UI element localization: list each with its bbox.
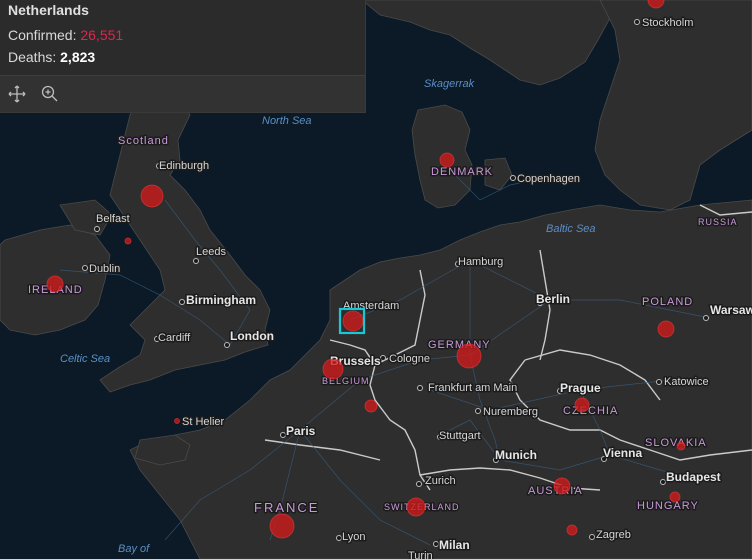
city-dot: [82, 265, 88, 271]
city-label: Warsaw: [710, 303, 752, 317]
country-label: CZECHIA: [563, 405, 618, 417]
city-label: Amsterdam: [343, 300, 399, 312]
popup-title: Netherlands: [8, 2, 89, 18]
city-dot: [380, 355, 386, 361]
city-label: Munich: [495, 448, 537, 462]
confirmed-value: 26,551: [80, 27, 124, 43]
city-label: Cardiff: [158, 332, 191, 344]
case-marker[interactable]: [342, 310, 364, 332]
city-dot: [94, 226, 100, 232]
city-label: Stuttgart: [439, 430, 481, 442]
city-dot: [475, 408, 481, 414]
city-label: Lyon: [342, 531, 365, 543]
city-dot: [417, 385, 423, 391]
case-marker[interactable]: [439, 152, 455, 168]
city-dot: [224, 342, 230, 348]
city-dot: [179, 299, 185, 305]
info-popup: Netherlands Confirmed: 26,551 Deaths: 2,…: [0, 0, 366, 113]
water-label: Baltic Sea: [546, 223, 596, 235]
city-dot: [433, 541, 439, 547]
city-label: Zagreb: [596, 529, 631, 541]
case-marker[interactable]: [174, 418, 180, 424]
city-label: London: [230, 329, 274, 343]
city-dot: [510, 175, 516, 181]
country-label: FRANCE: [254, 500, 319, 515]
case-marker[interactable]: [124, 237, 132, 245]
country-label: SLOVAKIA: [645, 437, 707, 449]
water-label: Bay of: [118, 543, 150, 555]
city-dot: [193, 258, 199, 264]
city-label: Stockholm: [642, 17, 693, 29]
case-marker[interactable]: [669, 491, 681, 503]
water-label: North Sea: [262, 115, 312, 127]
case-marker[interactable]: [676, 441, 686, 451]
case-marker[interactable]: [456, 343, 482, 369]
case-marker[interactable]: [322, 358, 344, 380]
country-label: RUSSIA: [698, 217, 738, 227]
city-label: Vienna: [603, 446, 642, 460]
city-label: Birmingham: [186, 293, 256, 307]
case-marker[interactable]: [406, 497, 426, 517]
city-label: Cologne: [389, 353, 430, 365]
city-label: Hamburg: [458, 256, 503, 268]
case-marker[interactable]: [269, 513, 295, 539]
confirmed-row: Confirmed: 26,551: [8, 27, 123, 43]
city-label: Edinburgh: [159, 160, 209, 172]
city-label: Belfast: [96, 213, 130, 225]
city-label: Prague: [560, 381, 601, 395]
city-dot: [589, 534, 595, 540]
city-dot: [634, 19, 640, 25]
deaths-value: 2,823: [60, 49, 96, 65]
city-label: Katowice: [664, 376, 709, 388]
water-label: Skagerrak: [424, 78, 475, 90]
city-label: Turin: [408, 550, 433, 559]
city-dot: [660, 479, 666, 485]
case-marker[interactable]: [140, 184, 164, 208]
country-label: Scotland: [118, 135, 169, 147]
case-marker[interactable]: [364, 399, 378, 413]
city-label: Nuremberg: [483, 406, 538, 418]
country-label: HUNGARY: [637, 500, 699, 512]
city-label: Dublin: [89, 263, 120, 275]
city-label: Leeds: [196, 246, 226, 258]
city-dot: [656, 379, 662, 385]
country-label: POLAND: [642, 296, 693, 308]
deaths-label: Deaths:: [8, 49, 57, 65]
city-dot: [280, 432, 286, 438]
city-dot: [703, 315, 709, 321]
city-dot: [336, 535, 342, 541]
city-label: Copenhagen: [517, 173, 580, 185]
pan-icon[interactable]: [7, 84, 27, 104]
zoom-to-icon[interactable]: [40, 84, 60, 104]
deaths-row: Deaths: 2,823: [8, 49, 95, 65]
case-marker[interactable]: [657, 320, 675, 338]
city-label: Zurich: [425, 475, 456, 487]
case-marker[interactable]: [574, 397, 590, 413]
case-marker[interactable]: [553, 477, 571, 495]
city-dot: [416, 481, 422, 487]
case-marker[interactable]: [46, 275, 64, 293]
water-label: Celtic Sea: [60, 353, 110, 365]
city-label: St Helier: [182, 416, 225, 428]
city-label: Berlin: [536, 292, 570, 306]
city-label: Frankfurt am Main: [428, 382, 517, 394]
popup-toolbar: [0, 76, 365, 112]
city-label: Paris: [286, 424, 316, 438]
confirmed-label: Confirmed:: [8, 27, 77, 43]
case-marker[interactable]: [566, 524, 578, 536]
country-label: DENMARK: [431, 166, 493, 178]
city-label: Milan: [439, 538, 470, 552]
city-label: Budapest: [666, 470, 721, 484]
